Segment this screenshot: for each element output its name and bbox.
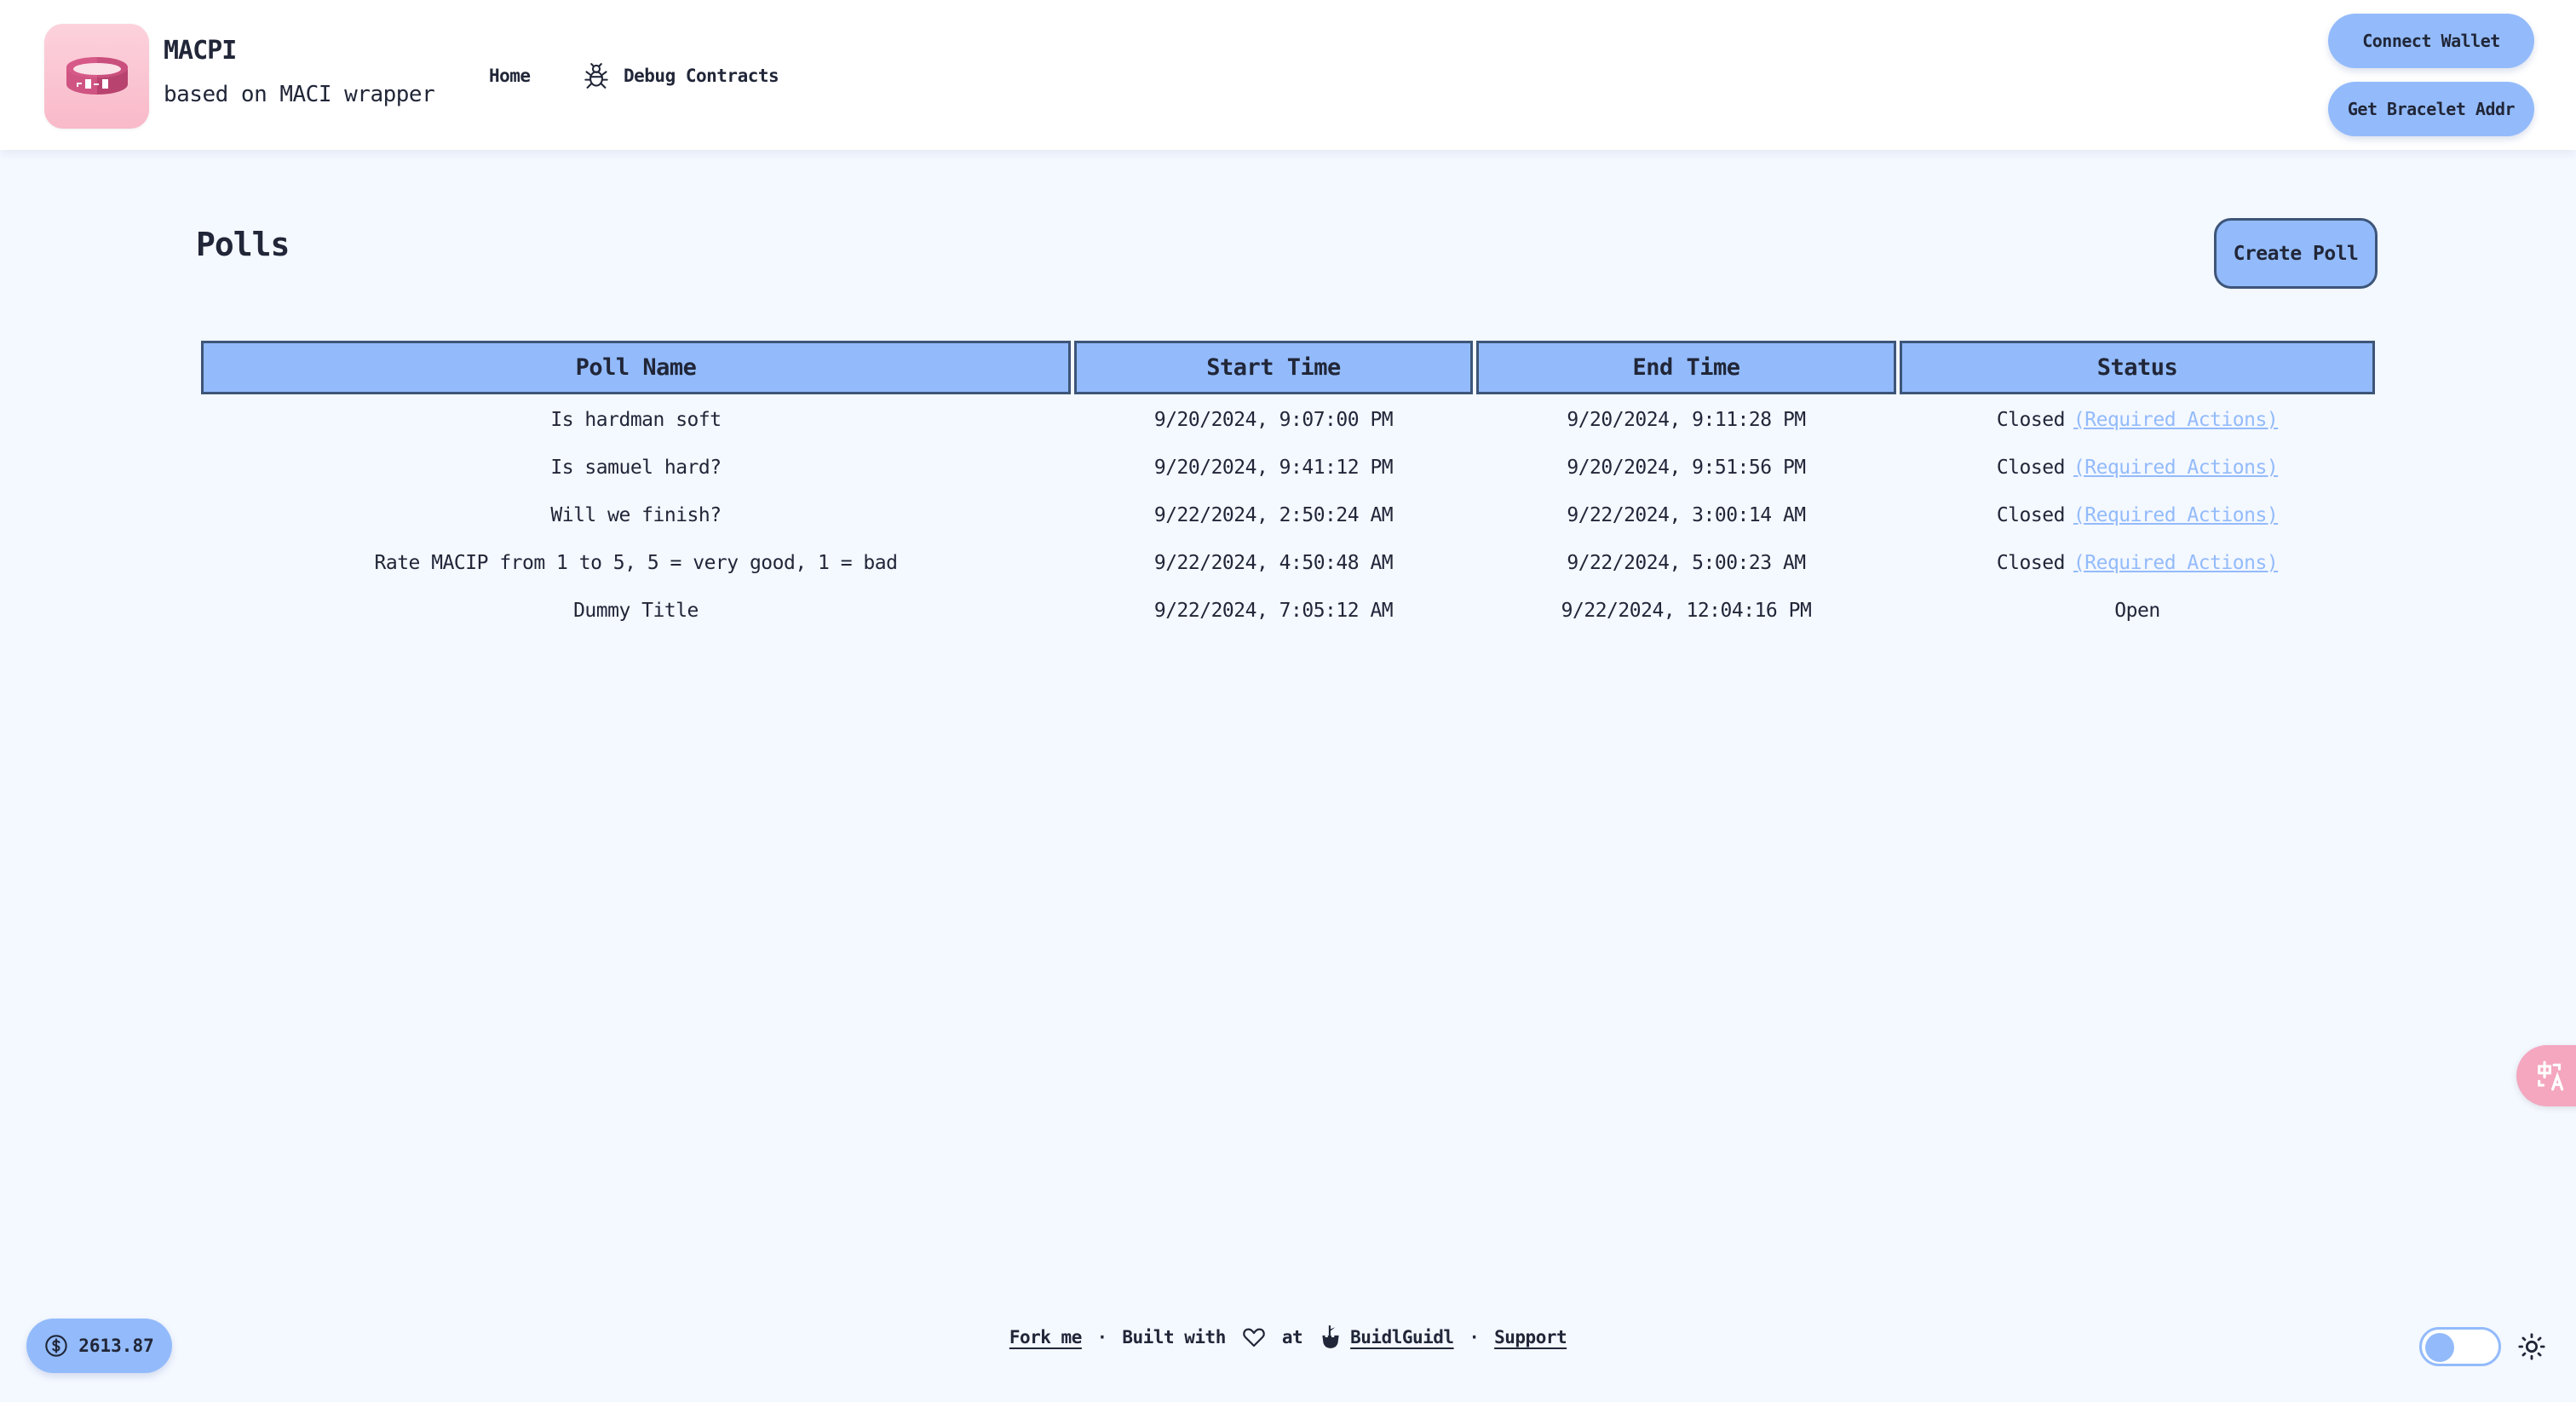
start-time-cell: 9/20/2024, 9:07:00 PM — [1153, 409, 1394, 431]
poll-name-cell: Is samuel hard? — [550, 457, 722, 479]
end-time-cell: 9/20/2024, 9:11:28 PM — [1567, 409, 1806, 431]
sun-icon[interactable] — [2517, 1332, 2546, 1361]
app-logo[interactable] — [44, 24, 149, 129]
required-actions-link[interactable]: (Required Actions) — [2073, 504, 2279, 526]
get-bracelet-addr-button[interactable]: Get Bracelet Addr — [2328, 82, 2534, 136]
poll-name-cell: Will we finish? — [550, 504, 722, 526]
buidlguidl-group: BuidlGuidl — [1318, 1324, 1454, 1350]
buidlguidl-link[interactable]: BuidlGuidl — [1350, 1327, 1454, 1347]
status-text: Closed — [1996, 504, 2066, 526]
bracelet-logo-icon — [66, 56, 128, 95]
status-text: Closed — [1996, 552, 2066, 574]
heart-icon — [1243, 1328, 1265, 1347]
theme-toggle-knob — [2425, 1333, 2454, 1362]
poll-name-cell: Is hardman soft — [550, 409, 722, 431]
polls-table: Poll Name Start Time End Time Status Is … — [198, 337, 2378, 636]
support-link[interactable]: Support — [1494, 1327, 1567, 1347]
required-actions-link[interactable]: (Required Actions) — [2073, 457, 2279, 479]
table-row[interactable]: Rate MACIP from 1 to 5, 5 = very good, 1… — [201, 541, 2375, 585]
start-time-cell: 9/22/2024, 4:50:48 AM — [1153, 552, 1394, 574]
required-actions-link[interactable]: (Required Actions) — [2073, 409, 2279, 431]
start-time-cell: 9/22/2024, 2:50:24 AM — [1153, 504, 1394, 526]
nav-home[interactable]: Home — [482, 61, 538, 90]
status-text: Closed — [1996, 457, 2066, 479]
footer-separator: · — [1096, 1327, 1107, 1347]
at-text: at — [1281, 1327, 1303, 1347]
create-poll-button[interactable]: Create Poll — [2214, 218, 2378, 289]
built-with-text: Built with — [1122, 1327, 1226, 1347]
top-header: MACPI based on MACI wrapper Home Debug C… — [0, 0, 2576, 150]
column-header-end-time: End Time — [1476, 341, 1896, 394]
castle-icon — [1322, 1325, 1339, 1348]
table-row[interactable]: Will we finish? 9/22/2024, 2:50:24 AM 9/… — [201, 493, 2375, 537]
app-title: MACPI — [164, 36, 237, 66]
start-time-cell: 9/22/2024, 7:05:12 AM — [1153, 600, 1394, 622]
fork-me-link[interactable]: Fork me — [1009, 1327, 1083, 1347]
status-cell: Closed (Required Actions) — [1900, 445, 2375, 490]
status-cell: Open — [1900, 589, 2375, 633]
end-time-cell: 9/22/2024, 3:00:14 AM — [1567, 504, 1806, 526]
table-row[interactable]: Dummy Title 9/22/2024, 7:05:12 AM 9/22/2… — [201, 589, 2375, 633]
end-time-cell: 9/20/2024, 9:51:56 PM — [1567, 457, 1806, 479]
footer: Fork me · Built with at BuidlGuidl · Sup… — [0, 1319, 2576, 1356]
table-header-row: Poll Name Start Time End Time Status — [201, 341, 2375, 394]
column-header-start-time: Start Time — [1074, 341, 1473, 394]
status-cell: Closed (Required Actions) — [1900, 493, 2375, 537]
nav-debug-label: Debug Contracts — [624, 66, 779, 86]
end-time-cell: 9/22/2024, 12:04:16 PM — [1561, 600, 1812, 622]
status-text: Open — [2114, 600, 2160, 622]
status-cell: Closed (Required Actions) — [1900, 541, 2375, 585]
connect-wallet-button[interactable]: Connect Wallet — [2328, 14, 2534, 68]
nav-debug-contracts[interactable]: Debug Contracts — [578, 61, 785, 90]
column-header-poll-name: Poll Name — [201, 341, 1071, 394]
poll-name-cell: Dummy Title — [573, 600, 699, 622]
status-cell: Closed (Required Actions) — [1900, 398, 2375, 442]
page-title: Polls — [196, 226, 290, 263]
translate-icon — [2538, 1060, 2564, 1091]
footer-separator: · — [1469, 1327, 1480, 1347]
translate-button[interactable] — [2516, 1045, 2576, 1106]
bug-icon — [584, 63, 608, 89]
start-time-cell: 9/20/2024, 9:41:12 PM — [1153, 457, 1394, 479]
required-actions-link[interactable]: (Required Actions) — [2073, 552, 2279, 574]
theme-toggle[interactable] — [2419, 1327, 2501, 1366]
status-text: Closed — [1996, 409, 2066, 431]
column-header-status: Status — [1900, 341, 2375, 394]
end-time-cell: 9/22/2024, 5:00:23 AM — [1567, 552, 1806, 574]
table-row[interactable]: Is samuel hard? 9/20/2024, 9:41:12 PM 9/… — [201, 445, 2375, 490]
app-subtitle: based on MACI wrapper — [164, 82, 435, 107]
table-row[interactable]: Is hardman soft 9/20/2024, 9:07:00 PM 9/… — [201, 398, 2375, 442]
poll-name-cell: Rate MACIP from 1 to 5, 5 = very good, 1… — [374, 552, 898, 574]
nav-home-label: Home — [489, 66, 531, 86]
